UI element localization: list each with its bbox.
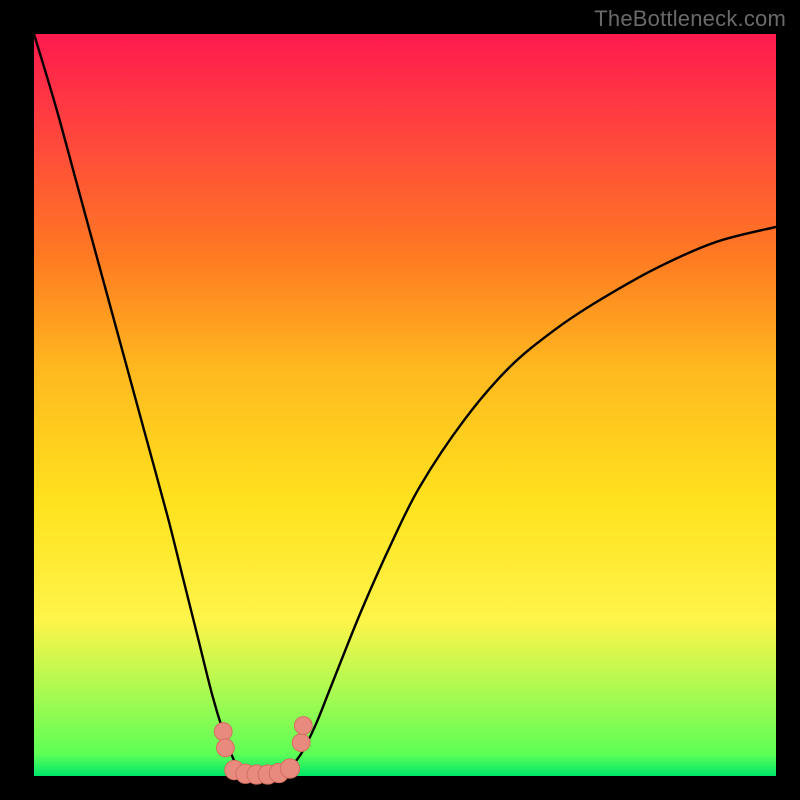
data-marker — [280, 759, 299, 778]
data-marker — [292, 734, 310, 752]
curve-right-branch — [286, 227, 776, 772]
data-marker — [214, 723, 232, 741]
bottleneck-curve — [34, 34, 776, 776]
data-marker — [294, 717, 312, 735]
curve-left-branch — [34, 34, 242, 772]
plot-area — [34, 34, 776, 776]
data-marker — [217, 739, 235, 757]
data-markers — [214, 717, 312, 785]
chart-frame: TheBottleneck.com — [0, 0, 800, 800]
watermark-text: TheBottleneck.com — [594, 6, 786, 32]
